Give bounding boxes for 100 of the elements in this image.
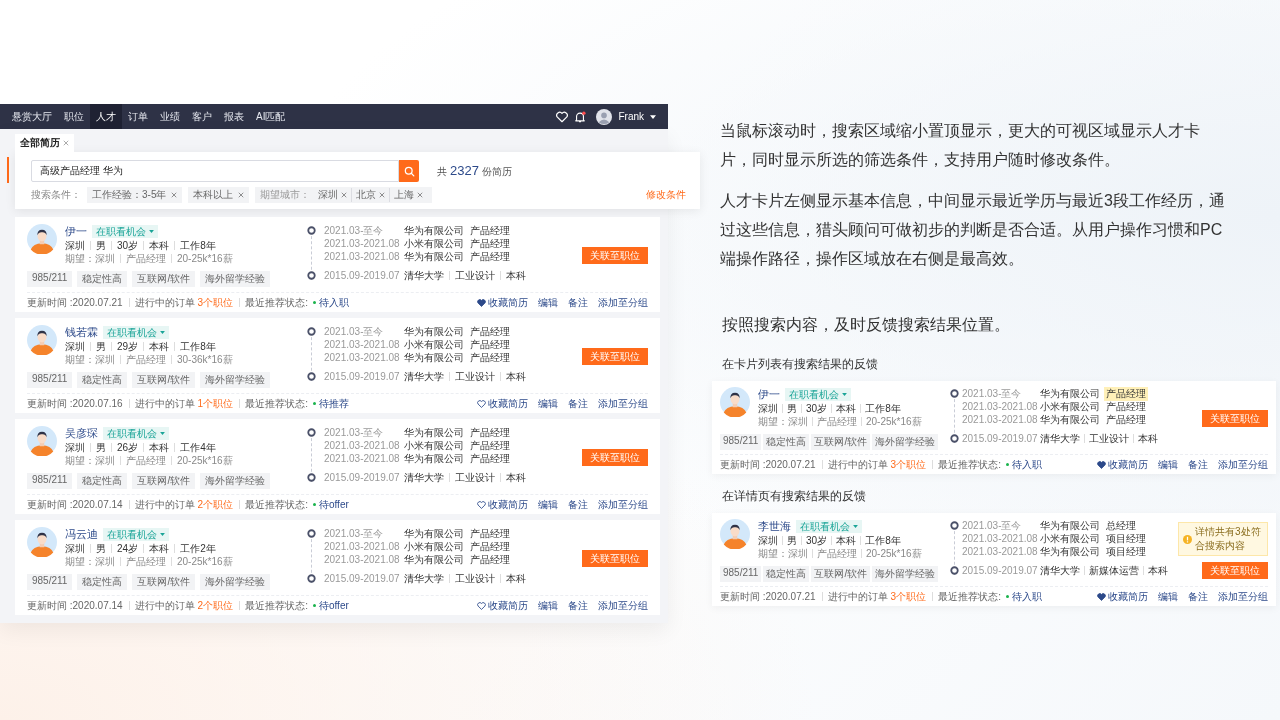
timeline-dot-icon bbox=[307, 372, 316, 381]
close-icon[interactable] bbox=[341, 192, 348, 198]
tab[interactable]: 全部简历 bbox=[15, 134, 74, 152]
orders-label: 进行中的订单 bbox=[128, 601, 195, 610]
filter-value[interactable]: 北京 bbox=[351, 188, 390, 202]
note-link[interactable]: 备注 bbox=[1188, 457, 1208, 472]
tag: 海外留学经验 bbox=[200, 372, 271, 388]
nav-item[interactable]: 人才 bbox=[90, 104, 122, 129]
edit-link[interactable]: 编辑 bbox=[538, 598, 558, 613]
group-link[interactable]: 添加至分组 bbox=[1218, 457, 1268, 472]
edit-link[interactable]: 编辑 bbox=[538, 497, 558, 512]
period: 2021.03-2021.08 bbox=[324, 453, 401, 464]
expected-value: 20-25k*16薪 bbox=[171, 456, 238, 465]
total-label: 共 bbox=[437, 165, 447, 179]
company-name: 小米有限公司 bbox=[404, 539, 464, 554]
note-link[interactable]: 备注 bbox=[568, 396, 588, 411]
edit-link[interactable]: 编辑 bbox=[538, 396, 558, 411]
timeline-dot-icon bbox=[307, 327, 316, 336]
group-link[interactable]: 添加至分组 bbox=[598, 598, 648, 613]
close-icon[interactable] bbox=[379, 192, 386, 198]
company-name: 华为有限公司 bbox=[404, 350, 464, 365]
nav-item[interactable]: 报表 bbox=[218, 104, 250, 129]
favorite-link[interactable]: 收藏简历 bbox=[1097, 589, 1148, 604]
nav-item[interactable]: AI匹配 bbox=[250, 104, 292, 129]
favorite-link[interactable]: 收藏简历 bbox=[477, 295, 528, 310]
nav-item[interactable]: 订单 bbox=[122, 104, 154, 129]
group-link[interactable]: 添加至分组 bbox=[598, 497, 648, 512]
close-icon[interactable] bbox=[171, 192, 178, 198]
period: 2021.03-2021.08 bbox=[324, 541, 401, 552]
tag: 海外留学经验 bbox=[872, 434, 939, 450]
nav-item[interactable]: 悬赏大厅 bbox=[6, 104, 58, 129]
recommend-label: 最近推荐状态: bbox=[239, 298, 308, 307]
tag: 稳定性高 bbox=[763, 434, 810, 450]
description-paragraph: 当鼠标滚动时，搜索区域缩小置顶显示，更大的可视区域显示人才卡片，同时显示所选的筛选条件，支持用户随时修改条件。 bbox=[720, 121, 1201, 170]
caret-icon[interactable] bbox=[650, 114, 656, 119]
company-name: 华为有限公司 bbox=[1040, 386, 1100, 401]
favorite-link[interactable]: 收藏简历 bbox=[1097, 457, 1148, 472]
job-title: 项目经理 bbox=[1105, 544, 1147, 559]
candidate-detail: 深圳 bbox=[65, 544, 86, 553]
candidate-name: 李世海 bbox=[758, 519, 791, 534]
period: 2021.03-2021.08 bbox=[962, 401, 1039, 412]
bell-icon[interactable] bbox=[574, 110, 587, 123]
edit-link[interactable]: 编辑 bbox=[1158, 589, 1178, 604]
example-caption: 在卡片列表有搜索结果的反馈 bbox=[722, 356, 879, 373]
conditions-label: 搜索条件： bbox=[31, 188, 81, 202]
close-icon[interactable] bbox=[63, 140, 69, 146]
note-link[interactable]: 备注 bbox=[568, 598, 588, 613]
search-button[interactable] bbox=[399, 160, 419, 182]
avatar-icon[interactable] bbox=[596, 108, 613, 125]
expect-label: 期望： bbox=[65, 554, 95, 569]
candidate-name: 吴彦琛 bbox=[65, 426, 98, 441]
group-link[interactable]: 添加至分组 bbox=[1218, 589, 1268, 604]
group-link[interactable]: 添加至分组 bbox=[598, 396, 648, 411]
note-link[interactable]: 备注 bbox=[568, 295, 588, 310]
note-link[interactable]: 备注 bbox=[1188, 589, 1208, 604]
recommend-status: 待入职 bbox=[318, 295, 349, 310]
period: 2021.03-2021.08 bbox=[962, 546, 1039, 557]
search-field[interactable]: 高级产品经理 华为 bbox=[31, 160, 399, 182]
expected-value: 产品经理 bbox=[120, 355, 171, 364]
note-link[interactable]: 备注 bbox=[568, 497, 588, 512]
filter-chip[interactable]: 本科以上 bbox=[188, 187, 250, 203]
tag: 稳定性高 bbox=[763, 566, 810, 582]
job-title: 产品经理 bbox=[469, 539, 511, 554]
caret-icon bbox=[160, 432, 165, 435]
company-name: 华为有限公司 bbox=[404, 552, 464, 567]
nav-item[interactable]: 客户 bbox=[186, 104, 218, 129]
status-dot bbox=[1005, 595, 1009, 598]
edit-link[interactable]: 编辑 bbox=[1158, 457, 1178, 472]
favorite-link[interactable]: 收藏简历 bbox=[477, 598, 528, 613]
candidate-detail: 工作8年 bbox=[174, 342, 221, 351]
user-name[interactable]: Frank bbox=[618, 111, 644, 122]
candidate-detail: 工作4年 bbox=[174, 443, 221, 452]
tag: 985/211 bbox=[27, 574, 73, 590]
status-dot bbox=[1005, 463, 1009, 466]
favorite-link[interactable]: 收藏简历 bbox=[477, 497, 528, 512]
status-dot bbox=[312, 503, 316, 506]
period: 2021.03-2021.08 bbox=[962, 533, 1039, 544]
candidate-detail: 本科 bbox=[831, 404, 861, 413]
candidate-name: 伊一 bbox=[758, 387, 780, 402]
edit-link[interactable]: 编辑 bbox=[538, 295, 558, 310]
close-icon[interactable] bbox=[238, 192, 245, 198]
filter-value[interactable]: 上海 bbox=[389, 188, 428, 202]
filter-value[interactable]: 深圳 bbox=[314, 188, 352, 202]
expected-value: 深圳 bbox=[788, 417, 809, 426]
heart-icon[interactable] bbox=[556, 110, 569, 123]
favorite-link[interactable]: 收藏简历 bbox=[477, 396, 528, 411]
education-detail: 本科 bbox=[500, 574, 531, 583]
job-title: 产品经理 bbox=[469, 526, 511, 541]
period: 2021.03-至今 bbox=[324, 324, 385, 339]
update-time: 更新时间 :2020.07.14 bbox=[27, 598, 123, 613]
status-dot bbox=[312, 402, 316, 405]
timeline-dot-icon bbox=[950, 389, 959, 398]
nav-item[interactable]: 业绩 bbox=[154, 104, 186, 129]
group-link[interactable]: 添加至分组 bbox=[598, 295, 648, 310]
close-icon[interactable] bbox=[417, 192, 424, 198]
job-title: 产品经理 bbox=[1105, 399, 1147, 414]
info-icon bbox=[1183, 534, 1192, 544]
nav-item[interactable]: 职位 bbox=[58, 104, 90, 129]
filter-chip[interactable]: 工作经验：3-5年 bbox=[87, 187, 183, 203]
period: 2021.03-2021.08 bbox=[324, 352, 401, 363]
